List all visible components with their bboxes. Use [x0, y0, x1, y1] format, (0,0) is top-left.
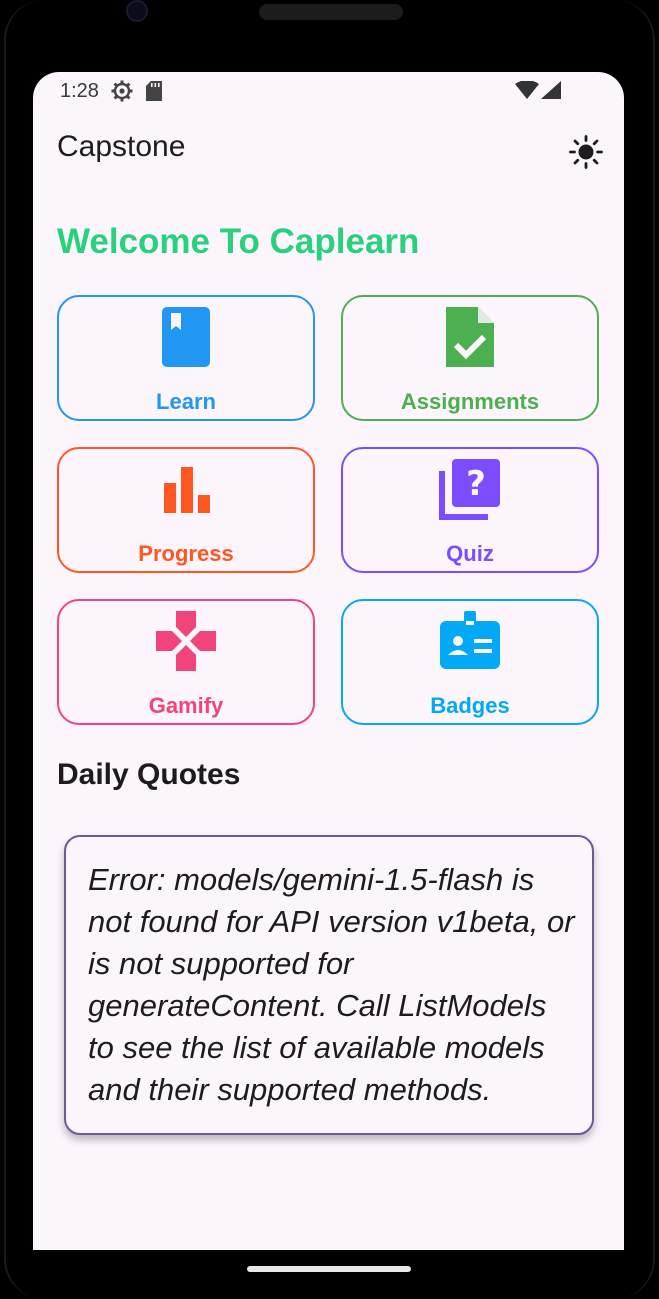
wifi-icon — [515, 80, 539, 104]
status-bar: 1:28 — [33, 72, 624, 112]
quiz-icon: ? — [438, 457, 502, 521]
front-camera — [126, 0, 148, 22]
app-screen: 1:28 Capstone Welcome To Caplearn Learn … — [33, 72, 624, 1250]
quote-card: Error: models/gemini-1.5-flash is not fo… — [64, 835, 594, 1135]
learn-tile[interactable]: Learn — [57, 295, 315, 421]
gamepad-icon — [154, 609, 218, 673]
phone-frame: 1:28 Capstone Welcome To Caplearn Learn … — [0, 0, 659, 1299]
app-bar-title: Capstone — [57, 130, 186, 163]
quote-text: Error: models/gemini-1.5-flash is not fo… — [88, 862, 575, 1107]
bar-chart-icon — [154, 457, 218, 521]
badges-tile-label: Badges — [430, 693, 510, 718]
gamify-tile-label: Gamify — [148, 693, 224, 718]
progress-tile[interactable]: Progress — [57, 447, 315, 573]
quiz-tile[interactable]: ? Quiz — [341, 447, 599, 573]
cell-signal-icon — [541, 81, 561, 104]
assignment-check-icon — [438, 305, 502, 369]
theme-toggle-button[interactable] — [568, 134, 604, 170]
assignments-tile[interactable]: Assignments — [341, 295, 599, 421]
svg-text:?: ? — [466, 464, 486, 504]
gesture-nav-handle[interactable] — [247, 1266, 411, 1272]
badges-tile[interactable]: Badges — [341, 599, 599, 725]
learn-tile-label: Learn — [156, 389, 216, 414]
daily-quotes-heading: Daily Quotes — [57, 758, 241, 791]
gamify-tile[interactable]: Gamify — [57, 599, 315, 725]
welcome-heading: Welcome To Caplearn — [57, 222, 420, 261]
badge-icon — [438, 609, 502, 673]
sd-card-icon — [146, 81, 162, 106]
earpiece-speaker — [259, 4, 403, 20]
assignments-tile-label: Assignments — [400, 389, 540, 414]
settings-gear-icon — [110, 79, 134, 108]
sun-icon — [568, 135, 604, 174]
book-icon — [154, 305, 218, 369]
progress-tile-label: Progress — [138, 541, 234, 566]
quiz-tile-label: Quiz — [446, 541, 494, 566]
status-time: 1:28 — [60, 80, 99, 102]
